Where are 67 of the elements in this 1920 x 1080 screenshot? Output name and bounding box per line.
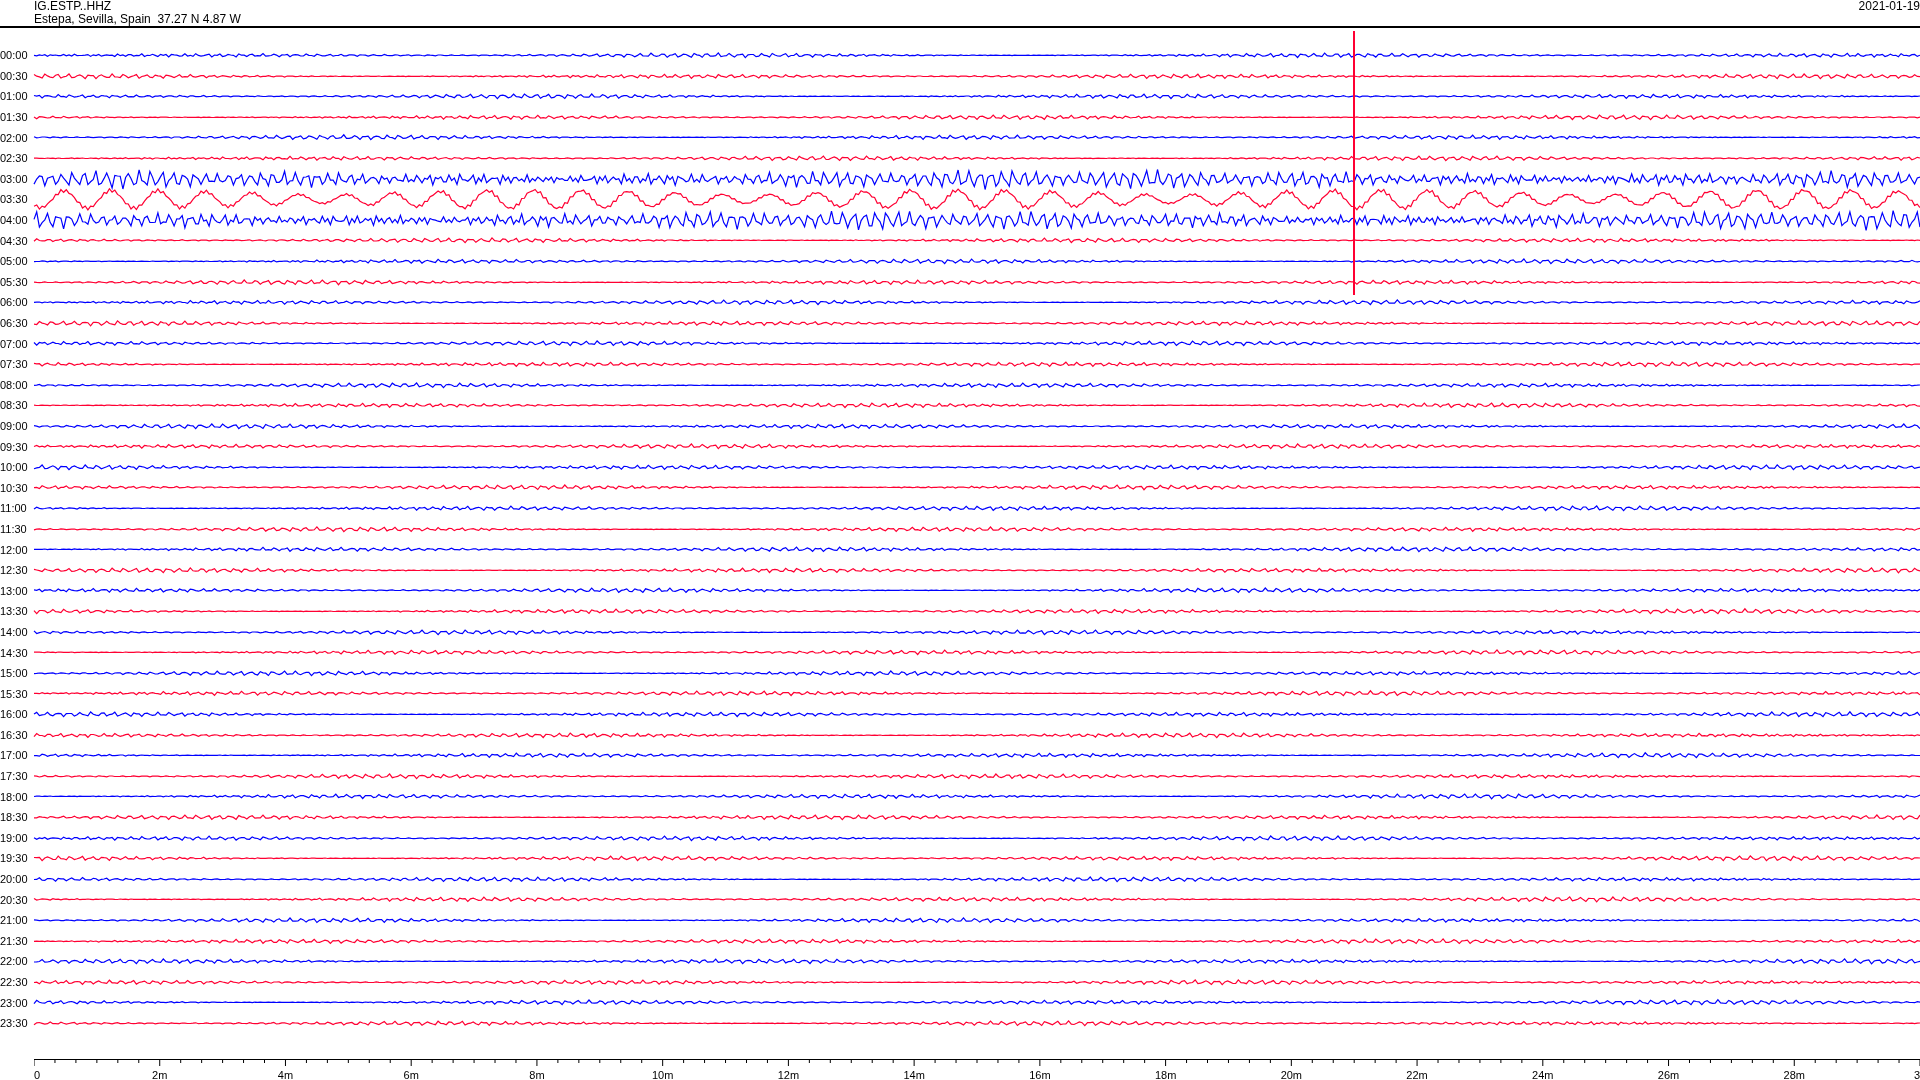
axis-tick-label: 28m bbox=[1783, 1068, 1805, 1080]
time-label: 02:30 bbox=[0, 152, 29, 165]
time-label: 20:00 bbox=[0, 873, 29, 886]
time-label: 23:00 bbox=[0, 996, 29, 1009]
time-label: 22:00 bbox=[0, 955, 29, 968]
time-label: 18:30 bbox=[0, 811, 29, 824]
axis-tick-label: 6m bbox=[403, 1068, 419, 1080]
axis-tick-label: 8m bbox=[529, 1068, 545, 1080]
time-label: 01:30 bbox=[0, 111, 29, 124]
time-label: 03:30 bbox=[0, 193, 29, 206]
time-label: 10:00 bbox=[0, 461, 29, 474]
time-label: 01:00 bbox=[0, 90, 29, 103]
time-label: 18:00 bbox=[0, 790, 29, 803]
time-label: 05:30 bbox=[0, 275, 29, 288]
time-label: 17:00 bbox=[0, 749, 29, 762]
time-label: 00:30 bbox=[0, 69, 29, 82]
axis-tick-label: 14m bbox=[903, 1068, 925, 1080]
time-label: 12:00 bbox=[0, 543, 29, 556]
time-label: 07:00 bbox=[0, 337, 29, 350]
time-label: 11:00 bbox=[0, 502, 28, 515]
time-label: 19:00 bbox=[0, 831, 29, 844]
time-label: 17:30 bbox=[0, 770, 29, 783]
axis-tick-label: 4m bbox=[277, 1068, 294, 1080]
time-label: 04:00 bbox=[0, 214, 29, 227]
time-label: 19:30 bbox=[0, 852, 29, 865]
time-label: 09:00 bbox=[0, 420, 29, 432]
time-label: 16:30 bbox=[0, 728, 29, 741]
time-label: 15:30 bbox=[0, 687, 29, 700]
time-label: 13:30 bbox=[0, 605, 29, 618]
time-label: 16:00 bbox=[0, 708, 29, 721]
axis-tick-label: 3 bbox=[1913, 1068, 1920, 1080]
time-label: 07:30 bbox=[0, 358, 29, 371]
axis-tick-label: 16m bbox=[1029, 1068, 1051, 1080]
time-label: 02:00 bbox=[0, 131, 29, 144]
time-label: 00:00 bbox=[0, 49, 29, 62]
time-label: 14:00 bbox=[0, 625, 29, 638]
time-label: 06:00 bbox=[0, 296, 29, 309]
axis-tick-label: 18m bbox=[1154, 1068, 1177, 1080]
axis-tick-label: 26m bbox=[1657, 1068, 1680, 1080]
time-label: 12:30 bbox=[0, 564, 29, 577]
time-label: 15:00 bbox=[0, 667, 29, 680]
time-label: 21:30 bbox=[0, 934, 29, 947]
time-label: 22:30 bbox=[0, 976, 29, 988]
time-label: 09:30 bbox=[0, 440, 29, 453]
time-label: 03:00 bbox=[0, 172, 29, 185]
time-label: 11:30 bbox=[0, 522, 28, 535]
axis-tick-label: 0 bbox=[34, 1068, 41, 1080]
axis-tick-label: 10m bbox=[651, 1068, 674, 1080]
axis-tick-label: 24m bbox=[1532, 1068, 1554, 1080]
time-label: 08:30 bbox=[0, 399, 29, 412]
time-label: 08:00 bbox=[0, 378, 29, 391]
time-label: 06:30 bbox=[0, 317, 29, 329]
axis-tick-label: 2m bbox=[152, 1068, 168, 1080]
time-label: 04:30 bbox=[0, 234, 29, 247]
time-label: 20:30 bbox=[0, 893, 29, 906]
time-label: 10:30 bbox=[0, 481, 29, 494]
time-label: 23:30 bbox=[0, 1017, 29, 1030]
axis-tick-label: 22m bbox=[1406, 1068, 1428, 1080]
plot-date: 2021-01-19 bbox=[1858, 0, 1920, 15]
time-label: 13:00 bbox=[0, 584, 29, 597]
station-code: IG.ESTP..HHZ bbox=[34, 0, 113, 13]
time-label: 05:00 bbox=[0, 255, 29, 268]
station-location: Estepa, Sevilla, Spain 37.27 N 4.87 W bbox=[34, 13, 241, 26]
time-label: 21:00 bbox=[0, 914, 29, 927]
axis-tick-label: 20m bbox=[1280, 1068, 1303, 1080]
axis-tick-label: 12m bbox=[777, 1068, 800, 1080]
time-label: 14:30 bbox=[0, 646, 29, 659]
